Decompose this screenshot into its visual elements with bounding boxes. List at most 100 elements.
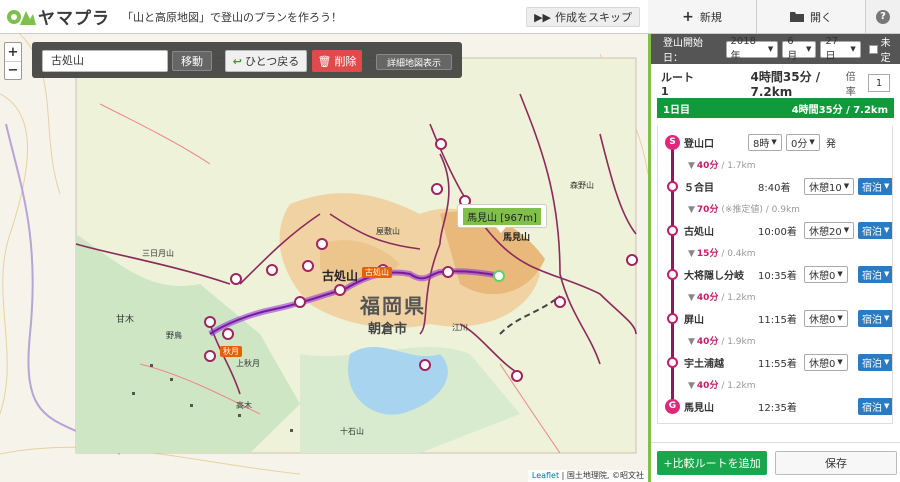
rate-input[interactable]: 1 <box>868 74 890 92</box>
leg-info: ▼ 40分 / 1.7km <box>688 158 756 171</box>
caret-down-icon: ▼ <box>884 182 890 190</box>
stay-button[interactable]: 宿泊 ▼ <box>858 265 892 283</box>
summit-popup: 馬見山 [967m] <box>457 204 547 233</box>
rest-value: 休憩0 <box>809 314 836 326</box>
stop-row: 宇土浦越 11:55着 休憩0 ▼ 宿泊 ▼ <box>658 352 892 372</box>
rest-value: 休憩20 <box>809 226 842 238</box>
panel-footer: +比較ルートを追加 保存 <box>651 442 900 482</box>
undo-arrow-icon: ↩ <box>232 54 242 68</box>
undo-button[interactable]: ↩ ひとつ戻る <box>225 50 307 72</box>
leg-info: ▼ 70分 (※推定値) / 0.9km <box>688 202 800 215</box>
arrow-down-icon: ▼ <box>688 293 695 303</box>
day-label: 1日目 <box>663 104 690 116</box>
stop-name: 屏山 <box>684 314 704 326</box>
month-value: 6月 <box>787 36 798 62</box>
stop-time: 10:35着 <box>758 270 797 282</box>
stop-name: 宇土浦越 <box>684 358 724 370</box>
open-label: 開く <box>810 10 832 24</box>
undecided-checkbox[interactable]: 未定 <box>868 34 900 64</box>
help-button[interactable]: ? <box>866 0 900 33</box>
arrow-down-icon: ▼ <box>688 161 695 171</box>
leg-time: 40分 <box>696 161 719 171</box>
leg-time: 40分 <box>696 381 719 391</box>
plus-icon: + <box>682 8 694 25</box>
start-minute-select[interactable]: 0分 ▼ <box>786 133 820 151</box>
leg-dist: / 0.4km <box>718 249 756 259</box>
map-label-juukusan: 十石山 <box>340 427 364 436</box>
map-area[interactable]: 福岡県 朝倉市 古処山 古処山 秋月 馬見山 甘木 上秋月 屋敷山 野鳥 森野山… <box>0 34 648 482</box>
caret-down-icon: ▼ <box>850 44 856 53</box>
stop-start: S 登山口 8時 ▼ 0分 ▼ 発 <box>658 132 892 152</box>
map-label-city: 朝倉市 <box>368 322 408 337</box>
zoom-in-button[interactable]: + <box>5 43 21 61</box>
caret-down-icon: ▼ <box>837 314 843 322</box>
year-select[interactable]: 2018年 ▼ <box>725 36 779 62</box>
rest-select[interactable]: 休憩0 ▼ <box>804 265 848 283</box>
stay-button[interactable]: 宿泊 ▼ <box>858 353 892 371</box>
move-button[interactable]: 移動 <box>172 51 212 71</box>
map-attribution: Leaflet | 国土地理院, ©昭文社 <box>527 470 648 482</box>
new-label: 新規 <box>699 10 722 24</box>
brand-name: ヤマプラ <box>38 9 110 29</box>
stop-row: ５合目 8:40着 休憩10 ▼ 宿泊 ▼ <box>658 176 892 196</box>
delete-label: 削除 <box>334 55 357 68</box>
map-label-prefecture: 福岡県 <box>360 294 426 318</box>
stay-button[interactable]: 宿泊 ▼ <box>858 177 892 195</box>
route-total: 4時間35分 / 7.2km <box>750 69 821 99</box>
caret-down-icon: ▼ <box>767 44 774 53</box>
day-total: 4時間35分 / 7.2km <box>791 104 888 116</box>
rest-select[interactable]: 休憩0 ▼ <box>804 309 848 327</box>
add-compare-route-button[interactable]: +比較ルートを追加 <box>657 450 767 475</box>
search-input[interactable]: 古処山 <box>42 50 168 72</box>
waypoint-dot-icon <box>667 268 678 280</box>
map-label-akizuki: 秋月 <box>220 346 242 357</box>
tagline: 「山と高原地図」で登山のプランを作ろう！ <box>122 10 342 24</box>
rest-select[interactable]: 休憩10 ▼ <box>804 177 855 195</box>
delete-button[interactable]: 🗑 削除 <box>312 50 362 72</box>
stay-label: 宿泊 <box>862 314 882 326</box>
leg-dist: / 1.7km <box>718 161 756 171</box>
leg-time: 40分 <box>696 293 719 303</box>
stop-name: 登山口 <box>684 138 714 150</box>
stop-row: 屏山 11:15着 休憩0 ▼ 宿泊 ▼ <box>658 308 892 328</box>
rest-select[interactable]: 休憩20 ▼ <box>804 221 855 239</box>
depart-suffix: 発 <box>826 138 836 150</box>
start-badge-icon: S <box>665 134 680 150</box>
leaflet-link[interactable]: Leaflet <box>532 471 559 480</box>
save-button[interactable]: 保存 <box>775 450 897 475</box>
stay-button[interactable]: 宿泊 ▼ <box>858 397 892 415</box>
logo[interactable]: ヤマプラ <box>6 4 110 29</box>
zoom-out-button[interactable]: − <box>5 61 21 79</box>
leg-info: ▼ 40分 / 1.9km <box>688 334 756 347</box>
open-plan-button[interactable]: 開く <box>757 0 866 33</box>
date-label: 登山開始日： <box>663 38 703 64</box>
day-select[interactable]: 27日 ▼ <box>820 36 861 62</box>
arrow-down-icon: ▼ <box>688 337 695 347</box>
stay-button[interactable]: 宿泊 ▼ <box>858 221 892 239</box>
leg-dist: / 1.2km <box>718 381 756 391</box>
help-icon: ? <box>876 9 890 24</box>
stay-button[interactable]: 宿泊 ▼ <box>858 309 892 327</box>
waypoint-dot-icon <box>667 356 678 368</box>
leg-info: ▼ 40分 / 1.2km <box>688 290 756 303</box>
new-plan-button[interactable]: + 新規 <box>648 0 757 33</box>
attribution-text: | 国土地理院, ©昭文社 <box>559 471 644 480</box>
rest-select[interactable]: 休憩0 ▼ <box>804 353 848 371</box>
month-select[interactable]: 6月 ▼ <box>782 36 817 62</box>
checkbox-icon <box>868 44 878 54</box>
undecided-label: 未定 <box>880 38 891 64</box>
caret-down-icon: ▼ <box>884 402 890 410</box>
leg-time: 15分 <box>696 249 719 259</box>
map-label-amagi: 甘木 <box>116 315 135 325</box>
stop-row: 古処山 10:00着 休憩20 ▼ 宿泊 ▼ <box>658 220 892 240</box>
trash-icon: 🗑 <box>317 54 332 68</box>
map-label-kosho: 古処山 <box>322 269 359 283</box>
arrow-down-icon: ▼ <box>688 249 695 259</box>
detail-map-button[interactable]: 詳細地図表示 <box>376 54 452 70</box>
stay-label: 宿泊 <box>862 402 882 414</box>
arrow-down-icon: ▼ <box>688 205 695 215</box>
rate-label: 倍率 <box>845 72 856 98</box>
caret-down-icon: ▼ <box>809 138 815 146</box>
start-hour-select[interactable]: 8時 ▼ <box>748 133 782 151</box>
skip-creation-button[interactable]: ▶▶ 作成をスキップ <box>526 7 640 27</box>
